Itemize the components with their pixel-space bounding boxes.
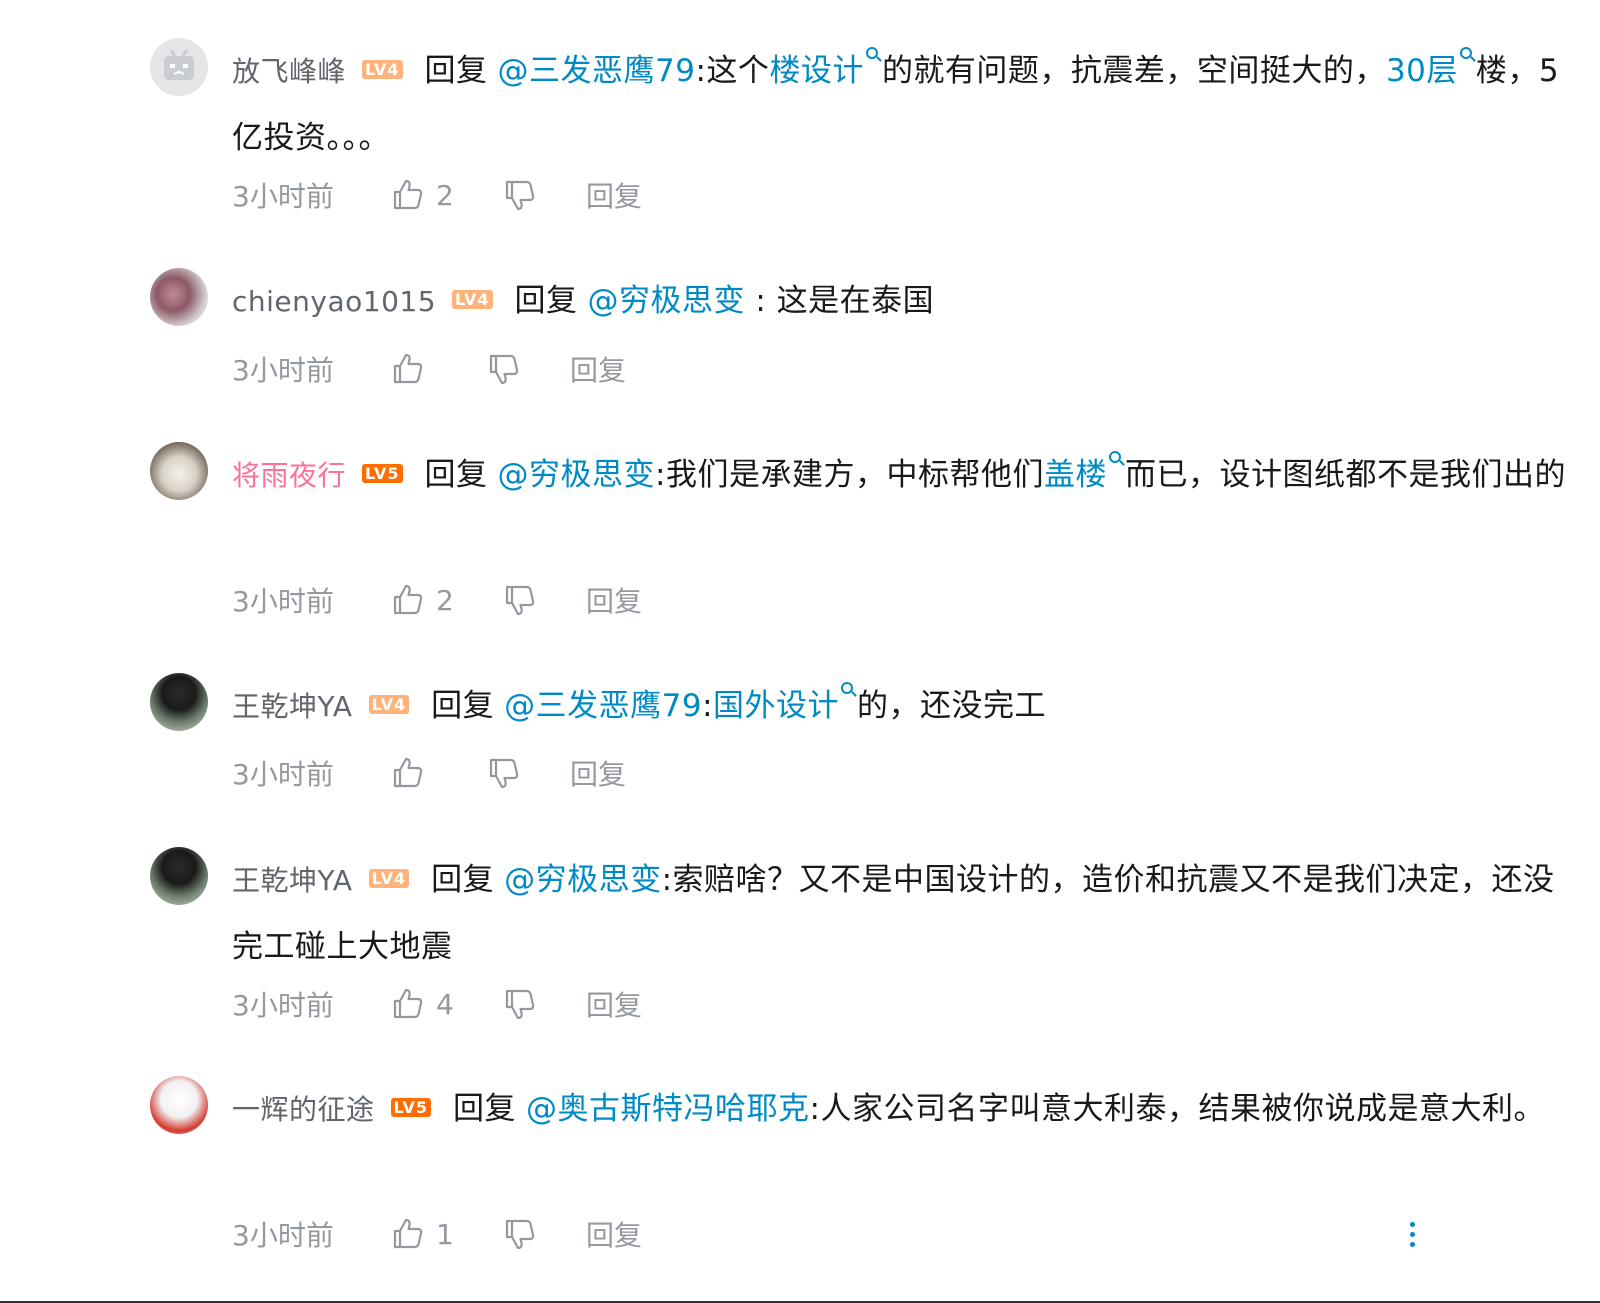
avatar[interactable] bbox=[150, 847, 208, 905]
dislike-button[interactable] bbox=[502, 1216, 586, 1252]
timestamp: 3小时前 bbox=[232, 1219, 334, 1252]
comment-segment: 的就有问题，抗震差，空间挺大的， bbox=[881, 53, 1386, 89]
comment-meta: 3小时前 1 回复 bbox=[232, 1214, 642, 1254]
thumb-up-icon bbox=[393, 1218, 423, 1249]
username[interactable]: 王乾坤YA bbox=[232, 690, 353, 723]
comment-meta: 3小时前 回复 bbox=[232, 349, 626, 389]
search-icon bbox=[841, 682, 854, 694]
keyword-search-link[interactable]: 盖楼 bbox=[1044, 457, 1107, 493]
keyword-search-link[interactable]: 30层 bbox=[1386, 53, 1458, 89]
like-button[interactable]: 1 bbox=[390, 1216, 502, 1252]
level-badge: LV4 bbox=[368, 695, 410, 714]
mention-link[interactable]: @三发恶鹰79 bbox=[498, 53, 696, 89]
like-button[interactable]: 2 bbox=[390, 177, 502, 213]
thumb-up-icon bbox=[393, 584, 423, 615]
like-button[interactable] bbox=[390, 351, 486, 387]
comment-segment: 的，还没完工 bbox=[857, 688, 1047, 724]
thumb-down-icon bbox=[489, 354, 519, 385]
reply-word: 回复 bbox=[514, 283, 578, 319]
level-badge: LV4 bbox=[452, 290, 493, 309]
thumb-down-icon bbox=[505, 989, 535, 1020]
comment-text: 将雨夜行 LV5 回复 @穷极思变:我们是承建方，中标帮他们盖楼 而已，设计图纸都不是我… bbox=[232, 442, 1572, 509]
like-count: 2 bbox=[436, 178, 454, 212]
level-badge: LV5 bbox=[362, 464, 403, 483]
reply-button[interactable]: 回复 bbox=[586, 580, 642, 620]
thumb-up-icon bbox=[393, 353, 423, 384]
avatar[interactable] bbox=[150, 673, 208, 731]
comment-meta: 3小时前 4 回复 bbox=[232, 984, 642, 1024]
reply-button[interactable]: 回复 bbox=[570, 349, 626, 389]
like-count: 4 bbox=[436, 987, 454, 1021]
like-button[interactable]: 4 bbox=[390, 986, 502, 1022]
comment-segment: :这个 bbox=[695, 53, 770, 89]
username[interactable]: 将雨夜行 bbox=[232, 459, 346, 492]
search-icon bbox=[865, 47, 878, 59]
username[interactable]: chienyao1015 bbox=[232, 285, 436, 318]
keyword-search-link[interactable]: 楼设计 bbox=[769, 53, 864, 89]
comment-text: 放飞峰峰 LV4 回复 @三发恶鹰79:这个楼设计 的就有问题，抗震差，空间挺大的，30… bbox=[232, 38, 1572, 171]
like-count: 2 bbox=[436, 583, 454, 617]
level-badge: LV4 bbox=[368, 869, 410, 888]
comment-segment: : bbox=[702, 688, 714, 724]
more-vertical-icon[interactable] bbox=[1402, 1222, 1422, 1252]
search-icon bbox=[1108, 451, 1121, 463]
reply-word: 回复 bbox=[453, 1091, 517, 1127]
comment-segment: :人家公司名字叫意大利泰，结果被你说成是意大利。 bbox=[809, 1091, 1545, 1127]
comment-meta: 3小时前 2 回复 bbox=[232, 175, 642, 215]
dislike-button[interactable] bbox=[502, 986, 586, 1022]
comment-text: 一辉的征途 LV5 回复 @奥古斯特冯哈耶克:人家公司名字叫意大利泰，结果被你说成是意… bbox=[232, 1076, 1572, 1143]
timestamp: 3小时前 bbox=[232, 354, 334, 387]
thumb-up-icon bbox=[393, 757, 423, 788]
avatar[interactable] bbox=[150, 1076, 208, 1134]
timestamp: 3小时前 bbox=[232, 758, 334, 791]
comment-segment: :我们是承建方，中标帮他们 bbox=[655, 457, 1044, 493]
thumb-down-icon bbox=[505, 180, 535, 211]
reply-button[interactable]: 回复 bbox=[586, 1214, 642, 1254]
dislike-button[interactable] bbox=[502, 177, 586, 213]
reply-word: 回复 bbox=[431, 862, 495, 898]
comment-segment: : 这是在泰国 bbox=[745, 283, 935, 319]
reply-button[interactable]: 回复 bbox=[570, 753, 626, 793]
reply-word: 回复 bbox=[431, 688, 495, 724]
reply-word: 回复 bbox=[424, 457, 488, 493]
thumb-down-icon bbox=[505, 585, 535, 616]
mention-link[interactable]: @奥古斯特冯哈耶克 bbox=[526, 1091, 810, 1127]
like-count: 1 bbox=[436, 1217, 454, 1251]
username[interactable]: 一辉的征途 bbox=[232, 1093, 375, 1126]
search-icon bbox=[1459, 47, 1472, 59]
timestamp: 3小时前 bbox=[232, 989, 334, 1022]
level-badge: LV4 bbox=[362, 60, 403, 79]
avatar[interactable] bbox=[150, 38, 208, 96]
comment-text: chienyao1015 LV4 回复 @穷极思变 : 这是在泰国 bbox=[232, 268, 1572, 335]
like-button[interactable] bbox=[390, 755, 486, 791]
avatar[interactable] bbox=[150, 268, 208, 326]
reply-button[interactable]: 回复 bbox=[586, 984, 642, 1024]
like-button[interactable]: 2 bbox=[390, 582, 502, 618]
level-badge: LV5 bbox=[390, 1098, 432, 1117]
timestamp: 3小时前 bbox=[232, 585, 334, 618]
comment-text: 王乾坤YA LV4 回复 @穷极思变:索赔啥？又不是中国设计的，造价和抗震又不是我们决… bbox=[232, 847, 1572, 980]
thumb-up-icon bbox=[393, 179, 423, 210]
mention-link[interactable]: @穷极思变 bbox=[504, 862, 662, 898]
comment-text: 王乾坤YA LV4 回复 @三发恶鹰79:国外设计 的，还没完工 bbox=[232, 673, 1572, 740]
timestamp: 3小时前 bbox=[232, 180, 334, 213]
avatar[interactable] bbox=[150, 442, 208, 500]
keyword-search-link[interactable]: 国外设计 bbox=[713, 688, 839, 724]
reply-button[interactable]: 回复 bbox=[586, 175, 642, 215]
mention-link[interactable]: @穷极思变 bbox=[588, 283, 746, 319]
thumb-down-icon bbox=[489, 758, 519, 789]
thumb-down-icon bbox=[505, 1219, 535, 1250]
dislike-button[interactable] bbox=[486, 351, 570, 387]
thumb-up-icon bbox=[393, 988, 423, 1019]
dislike-button[interactable] bbox=[502, 582, 586, 618]
reply-word: 回复 bbox=[424, 53, 488, 89]
dislike-button[interactable] bbox=[486, 755, 570, 791]
username[interactable]: 放飞峰峰 bbox=[232, 55, 346, 88]
comment-meta: 3小时前 2 回复 bbox=[232, 580, 642, 620]
username[interactable]: 王乾坤YA bbox=[232, 864, 353, 897]
comment-segment: 而已，设计图纸都不是我们出的 bbox=[1124, 457, 1566, 493]
mention-link[interactable]: @三发恶鹰79 bbox=[504, 688, 702, 724]
mention-link[interactable]: @穷极思变 bbox=[498, 457, 656, 493]
comment-meta: 3小时前 回复 bbox=[232, 753, 626, 793]
